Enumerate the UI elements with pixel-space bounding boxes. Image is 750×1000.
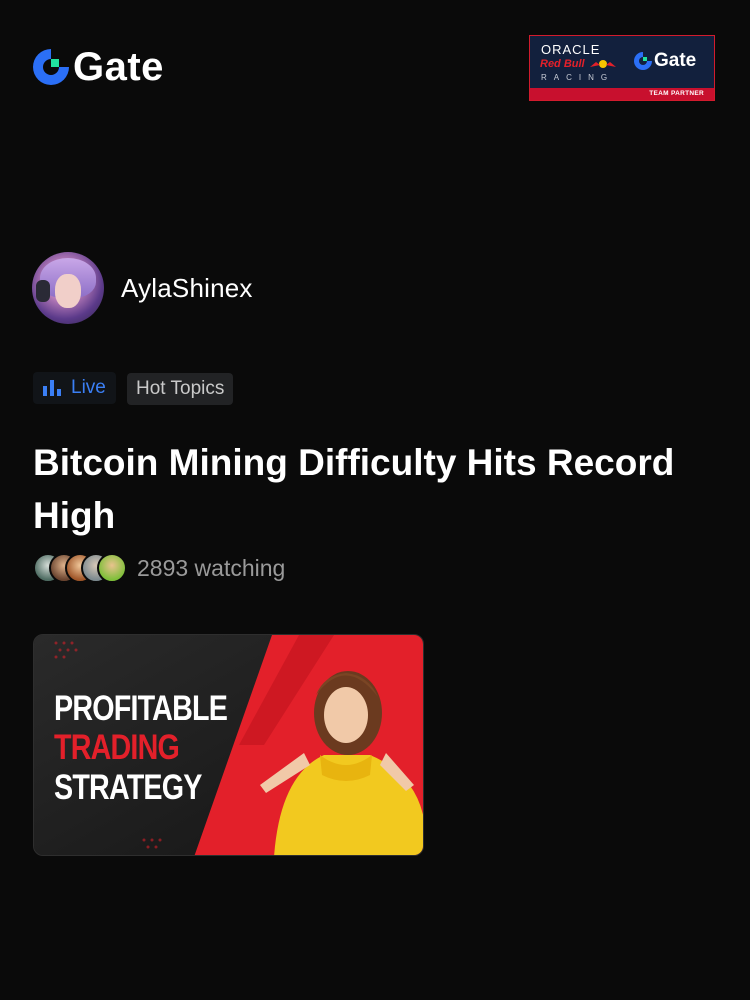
gate-small-icon bbox=[634, 52, 652, 70]
gate-logo-text: Gate bbox=[73, 45, 164, 89]
viewer-avatar bbox=[97, 553, 127, 583]
gate-logo-icon bbox=[33, 49, 69, 85]
racing-wordmark: RACING bbox=[541, 73, 615, 82]
streamer-profile[interactable]: AylaShinex bbox=[32, 252, 253, 324]
watchers-row: 2893 watching bbox=[33, 553, 285, 583]
thumbnail-text-line-1: PROFITABLE bbox=[54, 689, 228, 728]
avatar[interactable] bbox=[32, 252, 104, 324]
red-bull-wordmark: Red Bull bbox=[540, 58, 585, 70]
team-partner-badge[interactable]: ORACLE Red Bull RACING Gate TEAM PARTNER bbox=[529, 35, 715, 101]
thumbnail-text-line-3: STRATEGY bbox=[54, 768, 202, 807]
hot-topics-label: Hot Topics bbox=[136, 378, 225, 399]
gate-logo[interactable]: Gate bbox=[33, 47, 164, 87]
viewer-avatars bbox=[33, 553, 127, 583]
partner-gate-text: Gate bbox=[654, 50, 697, 71]
red-bull-icon bbox=[590, 60, 616, 68]
team-partner-label: TEAM PARTNER bbox=[530, 88, 714, 100]
oracle-wordmark: ORACLE bbox=[541, 42, 601, 57]
hot-topics-tag[interactable]: Hot Topics bbox=[127, 373, 234, 405]
live-badge[interactable]: Live bbox=[33, 372, 116, 404]
username[interactable]: AylaShinex bbox=[121, 273, 253, 304]
live-label: Live bbox=[71, 377, 106, 398]
thumbnail-text-line-2: TRADING bbox=[54, 728, 180, 767]
stream-thumbnail[interactable]: PROFITABLE TRADING STRATEGY bbox=[33, 634, 424, 856]
watching-count: 2893 watching bbox=[137, 554, 286, 581]
partner-gate-logo: Gate bbox=[634, 50, 696, 72]
live-bars-icon bbox=[43, 380, 61, 396]
post-title[interactable]: Bitcoin Mining Difficulty Hits Record Hi… bbox=[33, 436, 723, 542]
